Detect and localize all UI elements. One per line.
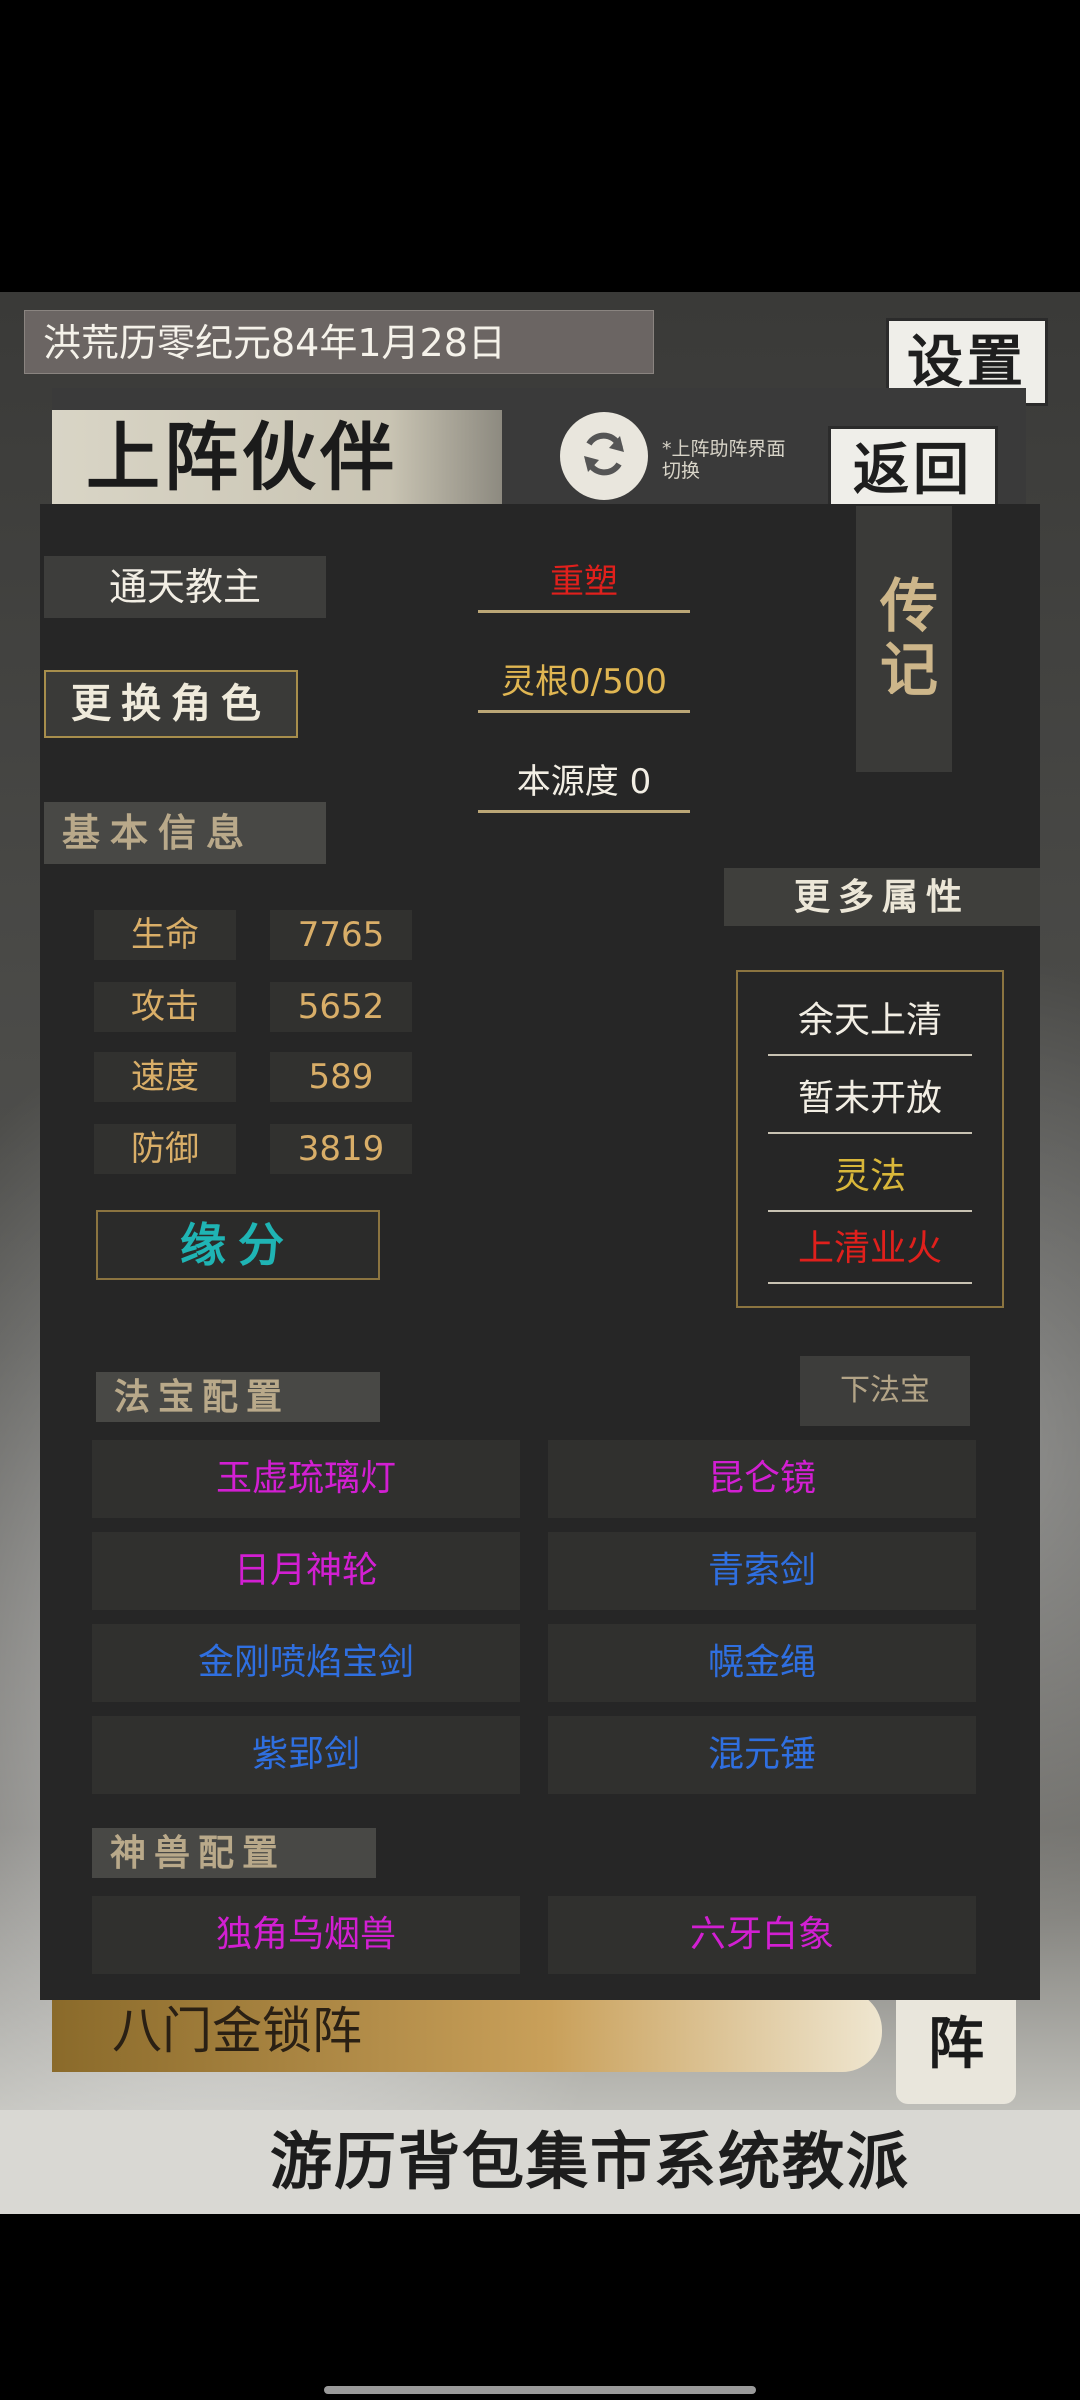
basic-info-heading: 基本信息 [44, 802, 326, 864]
spirit-root-value: 灵根0/500 [478, 654, 690, 713]
more-attributes-heading: 更多属性 [724, 868, 1040, 926]
treasure-slot[interactable]: 玉虚琉璃灯 [92, 1440, 520, 1518]
stat-value-attack: 5652 [270, 982, 412, 1032]
calendar-date: 洪荒历零纪元84年1月28日 [24, 310, 654, 374]
treasure-slot[interactable]: 幌金绳 [548, 1624, 976, 1702]
biography-button[interactable]: 传记 [856, 506, 952, 772]
reshape-button[interactable]: 重塑 [478, 554, 690, 613]
stat-value-defense: 3819 [270, 1124, 412, 1174]
attribute-item[interactable]: 上清业火 [768, 1216, 972, 1284]
stat-value-speed: 589 [270, 1052, 412, 1102]
stat-label-defense: 防御 [94, 1124, 236, 1174]
formation-banner[interactable]: 八门金锁阵 [52, 1990, 882, 2072]
beast-config-heading: 神兽配置 [92, 1828, 376, 1878]
formation-button[interactable]: 阵 [896, 1984, 1016, 2104]
treasure-slot[interactable]: 昆仑镜 [548, 1440, 976, 1518]
gesture-navigation-bar[interactable] [324, 2386, 756, 2394]
beast-slot[interactable]: 独角乌烟兽 [92, 1896, 520, 1974]
bottom-navigation[interactable]: 游历背包集市系统教派 [0, 2110, 1080, 2214]
treasure-slot[interactable]: 青索剑 [548, 1532, 976, 1610]
treasure-config-heading: 法宝配置 [96, 1372, 380, 1422]
refresh-hint: *上阵助阵界面切换 [662, 438, 786, 482]
character-name: 通天教主 [44, 556, 326, 618]
stat-label-hp: 生命 [94, 910, 236, 960]
beast-slot[interactable]: 六牙白象 [548, 1896, 976, 1974]
treasure-slot[interactable]: 紫郢剑 [92, 1716, 520, 1794]
unequip-treasure-button[interactable]: 下法宝 [800, 1356, 970, 1426]
attribute-item[interactable]: 暂未开放 [768, 1066, 972, 1134]
stat-label-attack: 攻击 [94, 982, 236, 1032]
attribute-item[interactable]: 余天上清 [768, 988, 972, 1056]
treasure-slot[interactable]: 混元锤 [548, 1716, 976, 1794]
stat-value-hp: 7765 [270, 910, 412, 960]
attribute-item[interactable]: 灵法 [768, 1144, 972, 1212]
refresh-icon [576, 426, 632, 486]
change-role-button[interactable]: 更换角色 [44, 670, 298, 738]
origin-degree-value: 本源度 0 [478, 754, 690, 813]
treasure-slot[interactable]: 日月神轮 [92, 1532, 520, 1610]
treasure-slot[interactable]: 金刚喷焰宝剑 [92, 1624, 520, 1702]
page-title: 上阵伙伴 [52, 410, 502, 506]
back-button[interactable]: 返回 [828, 426, 998, 514]
fate-button[interactable]: 缘分 [96, 1210, 380, 1280]
refresh-button[interactable] [560, 412, 648, 500]
stat-label-speed: 速度 [94, 1052, 236, 1102]
